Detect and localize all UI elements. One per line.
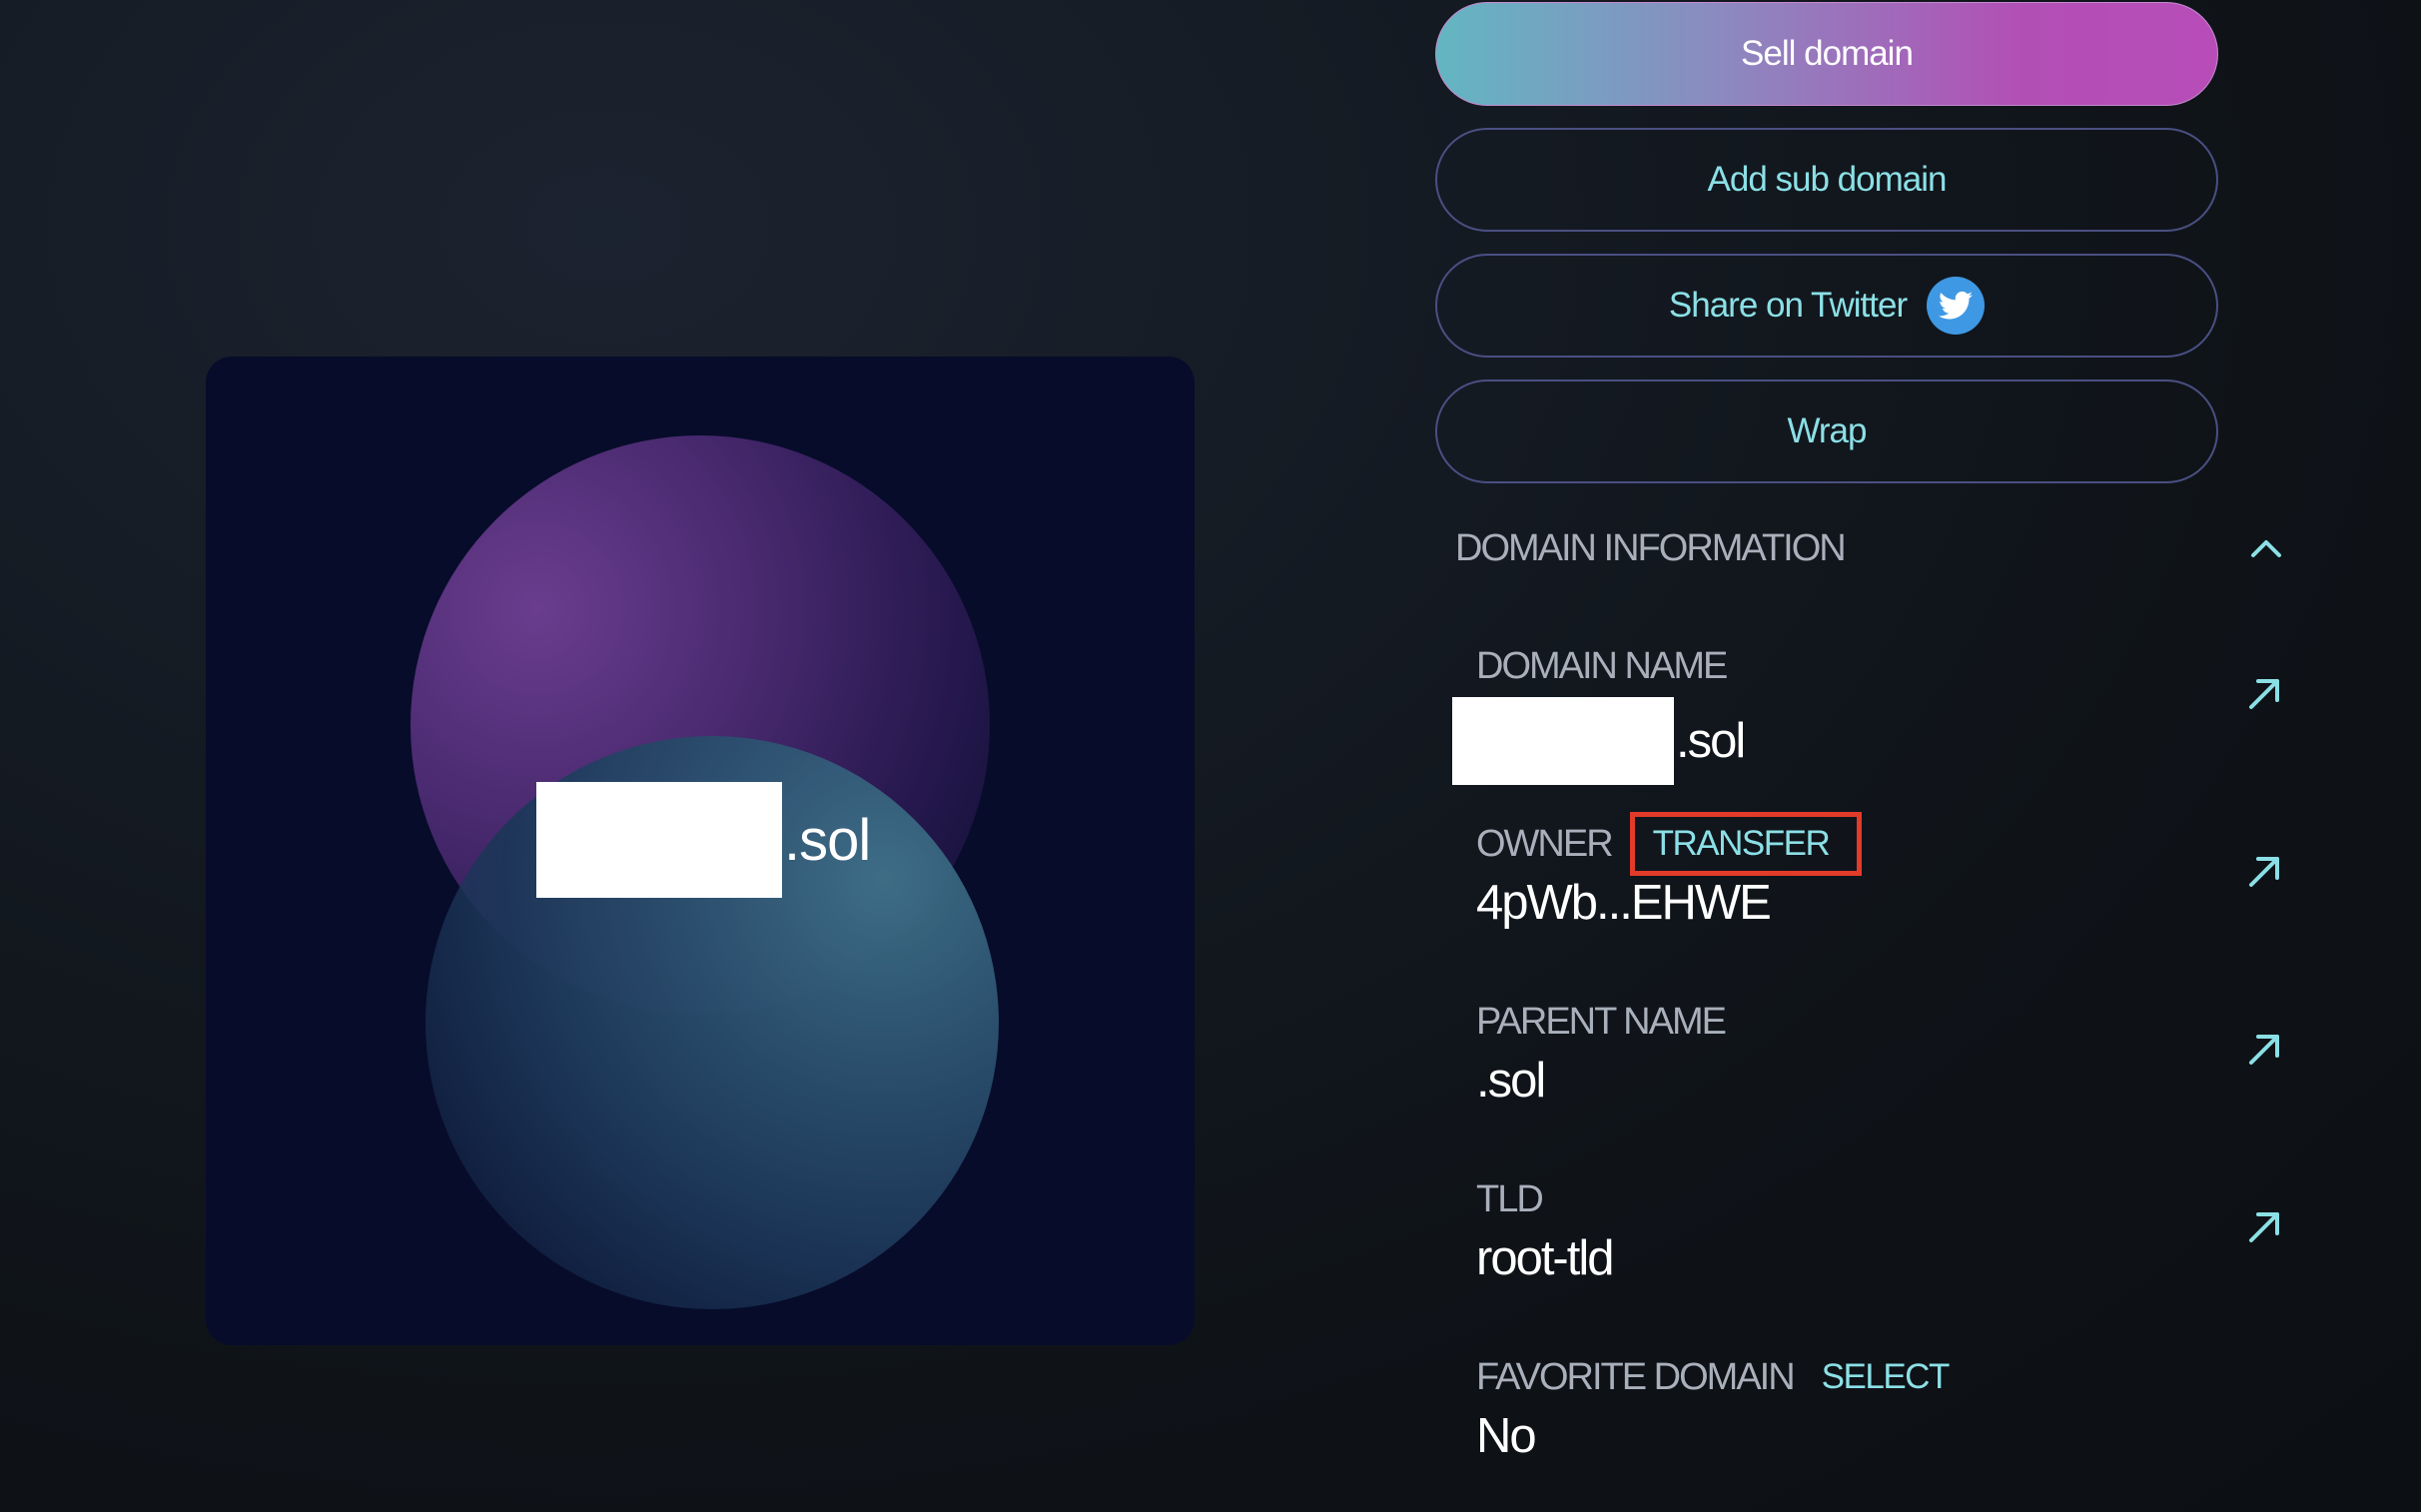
info-row-tld: TLD root-tld — [1476, 1172, 2285, 1322]
card-domain-label: .sol — [536, 782, 871, 898]
share-on-twitter-button[interactable]: Share on Twitter — [1435, 254, 2218, 358]
row-label: TLD — [1476, 1177, 1544, 1220]
wrap-button[interactable]: Wrap — [1435, 379, 2218, 483]
section-title: DOMAIN INFORMATION — [1455, 526, 1847, 569]
row-label: PARENT NAME — [1476, 1000, 1727, 1043]
add-sub-domain-button[interactable]: Add sub domain — [1435, 128, 2218, 232]
select-link[interactable]: SELECT — [1822, 1357, 1951, 1397]
add-sub-domain-label: Add sub domain — [1707, 160, 1948, 199]
card-tld-suffix: .sol — [784, 807, 871, 873]
domain-name-value: .sol — [1452, 697, 2285, 785]
arrow-up-right-icon[interactable] — [2245, 1206, 2285, 1246]
domain-image-card: .sol — [206, 357, 1195, 1345]
row-label: OWNER — [1476, 822, 1614, 865]
twitter-bird-icon — [1927, 277, 1986, 335]
favorite-domain-value: No — [1476, 1409, 1537, 1463]
info-row-parent-name: PARENT NAME .sol — [1476, 995, 2285, 1144]
row-label: DOMAIN NAME — [1476, 644, 1728, 687]
tld-value: root-tld — [1476, 1231, 1615, 1285]
row-label: FAVORITE DOMAIN — [1476, 1355, 1796, 1398]
arrow-up-right-icon[interactable] — [2245, 851, 2285, 891]
sell-domain-label: Sell domain — [1741, 34, 1914, 73]
arrow-up-right-icon[interactable] — [2245, 673, 2285, 713]
info-row-owner: OWNER TRANSFER 4pWb...EHWE — [1476, 812, 2285, 967]
share-on-twitter-label: Share on Twitter — [1668, 286, 1908, 325]
owner-value: 4pWb...EHWE — [1476, 876, 1772, 930]
arrow-up-right-icon[interactable] — [2245, 1029, 2285, 1069]
wrap-label: Wrap — [1787, 411, 1868, 450]
info-row-domain-name: DOMAIN NAME .sol — [1452, 639, 2285, 789]
domain-information-header[interactable]: DOMAIN INFORMATION — [1455, 521, 2284, 575]
parent-name-value: .sol — [1476, 1054, 1546, 1108]
chevron-up-icon[interactable] — [2248, 530, 2284, 566]
transfer-highlight: TRANSFER — [1629, 812, 1863, 876]
transfer-link[interactable]: TRANSFER — [1653, 824, 1831, 864]
domain-tld-suffix: .sol — [1676, 714, 1746, 768]
info-row-favorite-domain: FAVORITE DOMAIN SELECT No — [1476, 1350, 2285, 1500]
redacted-domain-block — [1452, 697, 1674, 785]
sell-domain-button[interactable]: Sell domain — [1435, 2, 2218, 106]
redacted-domain-block — [536, 782, 782, 898]
